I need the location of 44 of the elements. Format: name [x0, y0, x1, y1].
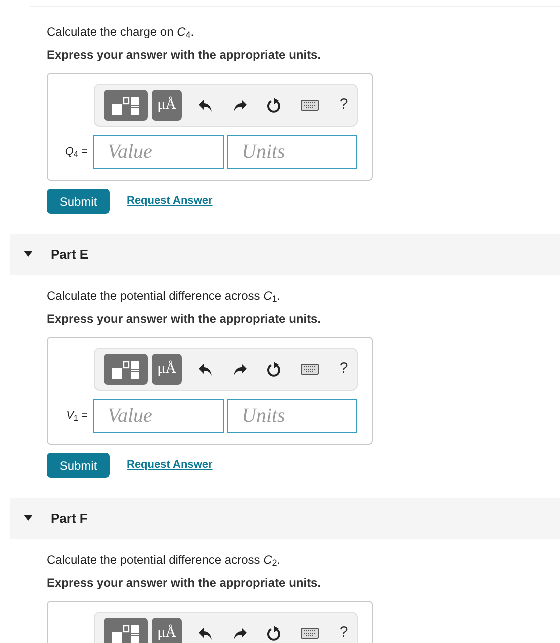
help-button[interactable]: ? [334, 622, 354, 643]
instruction-text: Express your answer with the appropriate units. [47, 575, 322, 592]
instruction-text: Express your answer with the appropriate units. [47, 47, 322, 64]
keyboard-icon [301, 364, 319, 375]
undo-icon [199, 628, 213, 640]
templates-button[interactable] [104, 354, 148, 385]
help-button[interactable]: ? [334, 94, 354, 118]
templates-icon [111, 96, 141, 116]
undo-icon [199, 100, 213, 112]
answer-label: Q$_{4}$ = [64, 144, 89, 160]
part-header[interactable]: Part E [10, 234, 560, 275]
answer-label: V$_{1}$ = [66, 408, 89, 424]
redo-icon [233, 628, 247, 640]
request-answer-link[interactable]: Request Answer [127, 193, 213, 210]
templates-icon [111, 624, 141, 643]
question-text: Calculate the potential difference across C$_{2}$. [47, 552, 282, 569]
question-text: Calculate the potential difference across C$_{1}$. [47, 288, 282, 305]
templates-icon [111, 360, 141, 380]
undo-icon [199, 364, 213, 376]
instruction-text: Express your answer with the appropriate units. [47, 311, 322, 328]
reset-icon [267, 98, 281, 113]
request-answer-link[interactable]: Request Answer [127, 457, 213, 474]
submit-button[interactable]: Submit [47, 453, 110, 478]
redo-icon [233, 364, 247, 376]
reset-icon [267, 626, 281, 641]
part-title: Part E [51, 246, 89, 264]
part-header[interactable]: Part F [10, 498, 560, 539]
keyboard-icon [301, 100, 319, 111]
units-field[interactable]: Units [227, 399, 357, 433]
question-text: Calculate the charge on C$_{4}$. [47, 24, 196, 41]
templates-button[interactable] [104, 90, 148, 121]
submit-button[interactable]: Submit [47, 189, 110, 214]
keyboard-icon [301, 628, 319, 639]
templates-button[interactable] [104, 618, 148, 643]
part-title: Part F [51, 510, 88, 528]
units-button[interactable]: μÅ [152, 90, 182, 121]
help-button[interactable]: ? [334, 358, 354, 382]
units-field[interactable]: Units [227, 135, 357, 169]
units-button[interactable]: μÅ [152, 618, 182, 643]
units-button[interactable]: μÅ [152, 354, 182, 385]
reset-icon [267, 362, 281, 377]
redo-icon [233, 100, 247, 112]
value-field[interactable]: Value [93, 399, 224, 433]
value-field[interactable]: Value [93, 135, 224, 169]
